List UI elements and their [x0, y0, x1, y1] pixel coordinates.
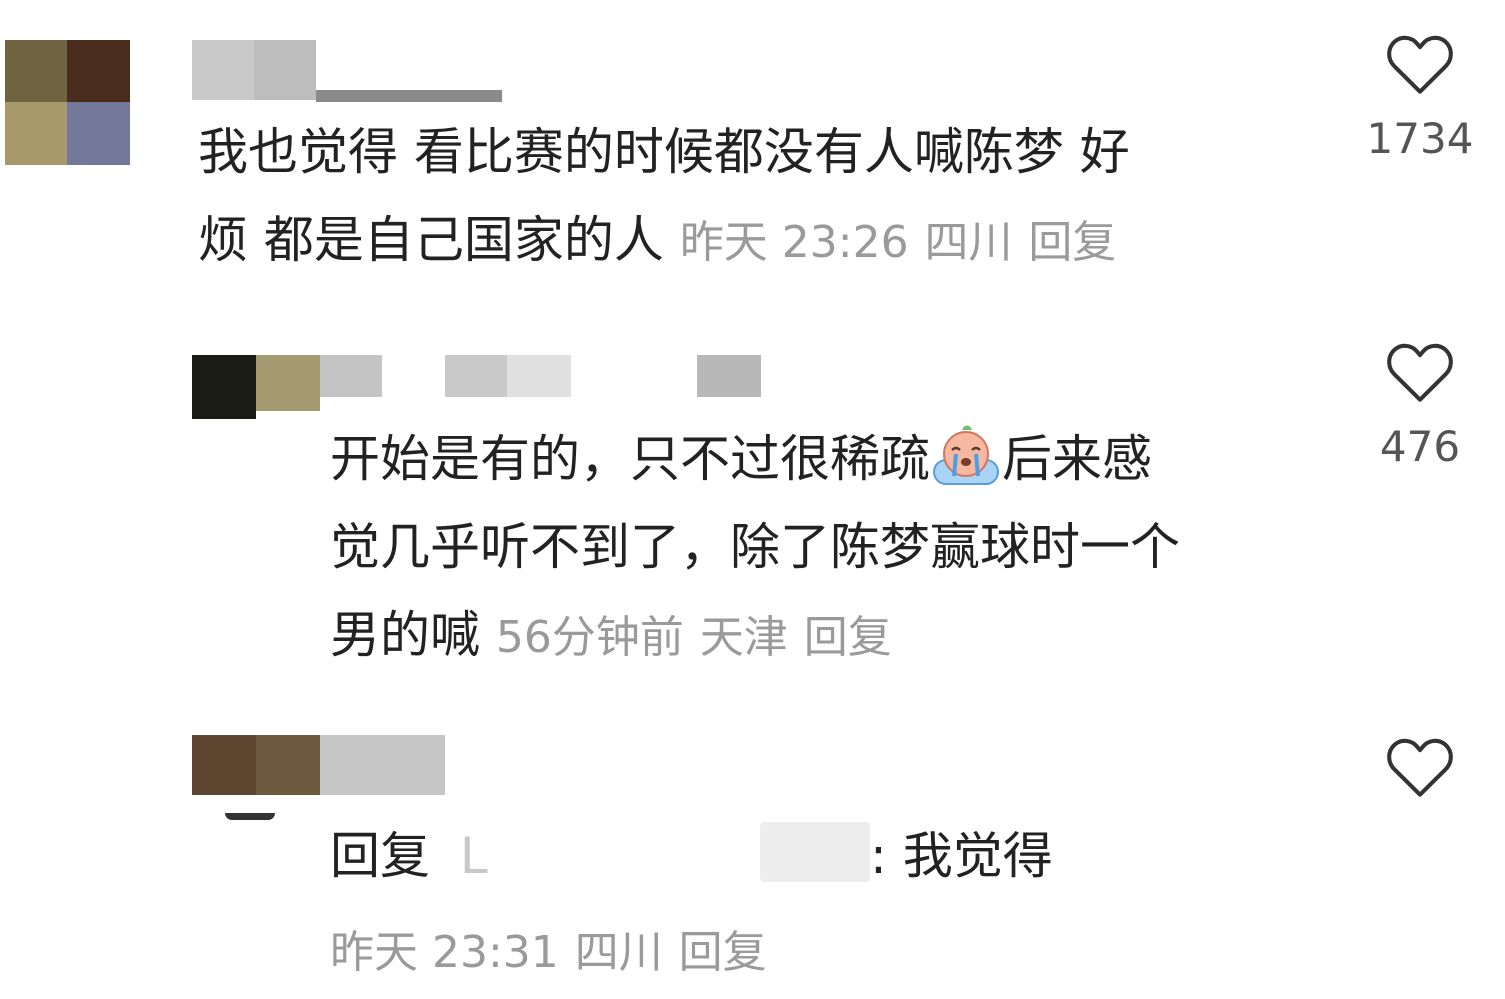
comment-3-avatar-edge	[225, 813, 275, 820]
comment-2-line-1-start: 开始是有的，只不过很稀疏	[330, 430, 930, 488]
heart-icon	[1387, 738, 1453, 797]
comment-2-line-3-text: 男的喊	[330, 606, 480, 664]
username-1-redacted[interactable]	[192, 40, 502, 108]
username-2-redacted[interactable]	[320, 355, 765, 399]
comment-1-text: 我也觉得 看比赛的时候都没有人喊陈梦 好 烦 都是自己国家的人 昨天 23:26…	[198, 108, 1130, 287]
comment-1-location: 四川	[924, 217, 1013, 268]
comment-1-line-2-text: 烦 都是自己国家的人	[198, 211, 664, 269]
comment-3-meta-line: 昨天 23:31 四川 回复	[330, 906, 1070, 997]
comment-2-time: 56分钟前	[495, 612, 684, 663]
heart-icon	[1387, 35, 1453, 94]
comment-2-location: 天津	[699, 612, 788, 663]
comment-3-location: 四川	[574, 927, 663, 978]
like-button-1[interactable]: 1734	[1350, 32, 1490, 163]
comment-2-line-2: 觉几乎听不到了，除了陈梦赢球时一个	[330, 518, 1180, 576]
comment-2-line-1-end: 后来感	[1002, 430, 1152, 488]
comment-3-time: 昨天 23:31	[330, 927, 559, 978]
avatar-1[interactable]	[5, 40, 130, 165]
comment-3-reply-button[interactable]: 回复	[679, 927, 767, 978]
comment-3-redacted-name	[760, 822, 870, 882]
comment-2-text: 开始是有的，只不过很稀疏 后来感 觉几乎听不到了，除了陈梦赢球时一个 男的喊 5…	[330, 415, 1180, 682]
comment-1-line-1: 我也觉得 看比赛的时候都没有人喊陈梦 好	[198, 123, 1130, 181]
like-count-1: 1734	[1366, 114, 1474, 163]
like-button-3[interactable]	[1350, 735, 1490, 799]
comment-3-text: 回复 L : 我觉得 昨天 23:31 四川 回复	[330, 812, 1070, 997]
crying-face-icon	[933, 425, 999, 485]
comment-1-reply-button[interactable]: 回复	[1028, 217, 1116, 268]
comment-1-line-2: 烦 都是自己国家的人 昨天 23:26 四川 回复	[198, 196, 1130, 287]
comment-2-reply-button[interactable]: 回复	[804, 612, 892, 663]
heart-icon	[1387, 343, 1453, 402]
comment-3-reply-target[interactable]: L	[460, 827, 488, 885]
avatar-2[interactable]	[192, 355, 320, 419]
comment-1-time: 昨天 23:26	[679, 217, 909, 268]
comment-2-line-1: 开始是有的，只不过很稀疏 后来感	[330, 415, 1180, 503]
like-button-2[interactable]: 476	[1350, 340, 1490, 471]
comment-3-line-1: 回复 L : 我觉得	[330, 812, 1070, 900]
comment-3-body: : 我觉得	[870, 827, 1053, 885]
comment-3-reply-prefix: 回复	[330, 827, 430, 885]
comment-2-line-3: 男的喊 56分钟前 天津 回复	[330, 591, 1180, 682]
like-count-2: 476	[1379, 422, 1461, 471]
avatar-3[interactable]	[192, 735, 320, 799]
username-3-redacted[interactable]	[320, 735, 445, 799]
